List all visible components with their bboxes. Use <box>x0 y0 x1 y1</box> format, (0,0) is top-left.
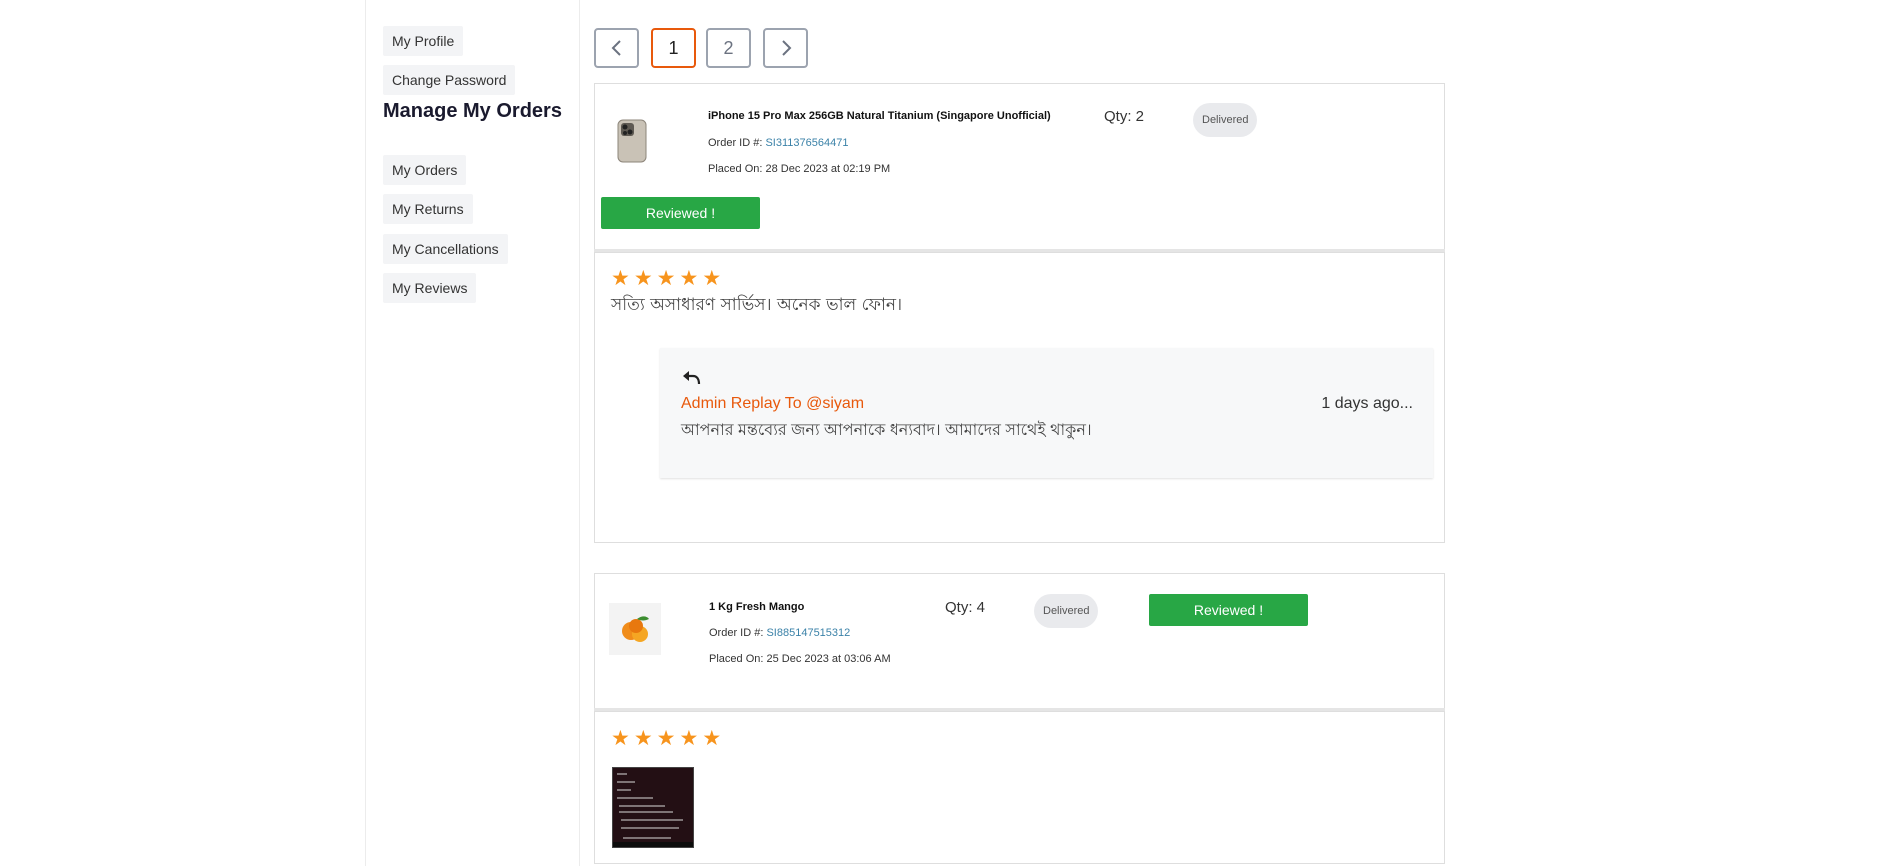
star-icon: ★ <box>656 267 676 290</box>
star-icon: ★ <box>633 267 653 290</box>
account-sidebar: My Profile Change Password Manage My Ord… <box>365 0 580 866</box>
star-icon: ★ <box>702 267 722 290</box>
star-icon: ★ <box>611 267 630 290</box>
star-rating: ★ ★ ★ ★ ★ <box>611 267 722 290</box>
order-id: Order ID #: SI311376564471 <box>708 137 848 149</box>
sidebar-item-my-reviews[interactable]: My Reviews <box>383 273 477 303</box>
star-icon: ★ <box>679 267 699 290</box>
star-rating: ★ ★ ★ ★ ★ <box>611 727 722 750</box>
reply-title: Admin Replay To @siyam <box>681 395 865 412</box>
chevron-left-icon <box>611 40 621 56</box>
order-id-label: Order ID #: <box>708 137 763 149</box>
pagination-next-button[interactable] <box>763 28 808 68</box>
sidebar-item-change-password[interactable]: Change Password <box>383 65 516 95</box>
admin-reply: Admin Replay To @siyam 1 days ago... আপন… <box>660 348 1433 478</box>
product-thumbnail[interactable] <box>609 603 661 655</box>
review-comment: সত্যি অসাধারণ সার্ভিস। অনেক ভাল ফোন। <box>611 295 903 315</box>
order-id-link[interactable]: SI885147515312 <box>766 627 850 639</box>
reply-timestamp: 1 days ago... <box>1321 395 1413 412</box>
reviewed-button[interactable]: Reviewed ! <box>1149 594 1308 626</box>
mango-product-image <box>622 616 649 642</box>
status-badge: Delivered <box>1193 103 1258 137</box>
status-badge: Delivered <box>1034 594 1099 628</box>
product-name[interactable]: 1 Kg Fresh Mango <box>709 601 804 613</box>
pagination-prev-button[interactable] <box>594 28 639 68</box>
order-id: Order ID #: SI885147515312 <box>709 627 850 639</box>
sidebar-item-my-profile[interactable]: My Profile <box>383 26 464 56</box>
review-order-card <box>594 573 1445 709</box>
chevron-right-icon <box>781 40 791 56</box>
reply-icon <box>683 371 701 385</box>
star-icon: ★ <box>702 727 722 750</box>
order-quantity: Qty: 4 <box>945 599 986 616</box>
product-name[interactable]: iPhone 15 Pro Max 256GB Natural Titanium… <box>708 110 1051 122</box>
product-thumbnail[interactable] <box>606 115 658 167</box>
star-icon: ★ <box>633 727 653 750</box>
pagination-page-1[interactable]: 1 <box>651 28 696 68</box>
reviewed-button[interactable]: Reviewed ! <box>601 197 760 229</box>
review-photo-image <box>613 768 693 847</box>
star-icon: ★ <box>656 727 676 750</box>
star-icon: ★ <box>611 727 630 750</box>
phone-product-image <box>617 119 647 163</box>
order-id-link[interactable]: SI311376564471 <box>765 137 848 149</box>
sidebar-heading-manage-orders: Manage My Orders <box>383 100 562 122</box>
order-quantity: Qty: 2 <box>1104 108 1145 125</box>
review-body-card <box>594 711 1445 864</box>
placed-on-date: Placed On: 28 Dec 2023 at 02:19 PM <box>708 163 891 175</box>
star-icon: ★ <box>679 727 699 750</box>
sidebar-item-my-returns[interactable]: My Returns <box>383 194 473 224</box>
sidebar-item-my-orders[interactable]: My Orders <box>383 155 467 185</box>
sidebar-item-my-cancellations[interactable]: My Cancellations <box>383 234 508 264</box>
reply-text: আপনার মন্তব্যের জন্য আপনাকে ধন্যবাদ। আমা… <box>681 422 1092 439</box>
pagination-page-2[interactable]: 2 <box>706 28 751 68</box>
order-id-label: Order ID #: <box>709 627 764 639</box>
placed-on-date: Placed On: 25 Dec 2023 at 03:06 AM <box>709 653 891 665</box>
review-photo[interactable] <box>612 767 694 848</box>
